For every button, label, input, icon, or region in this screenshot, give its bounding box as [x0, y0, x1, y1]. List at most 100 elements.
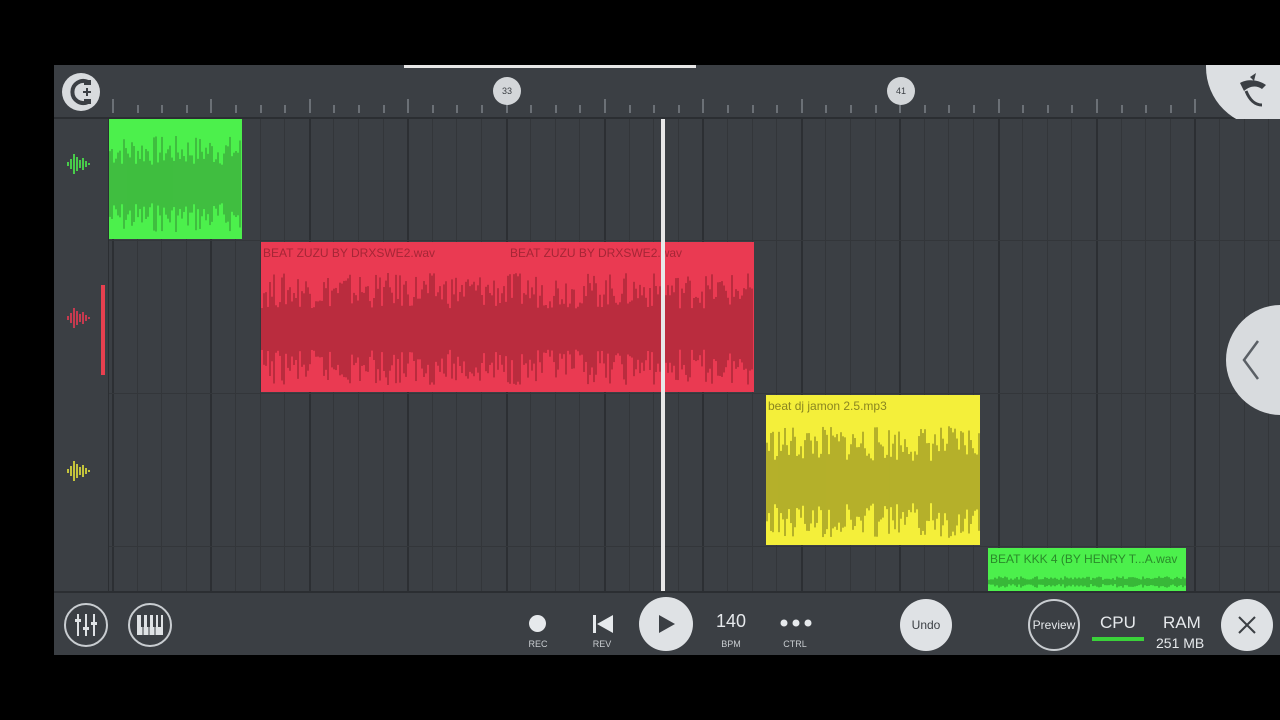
ruler-tick: [1071, 105, 1073, 113]
ruler-tick: [727, 105, 729, 113]
grid-line: [1219, 119, 1220, 591]
timeline-ruler[interactable]: 33 41: [54, 65, 1280, 119]
clip-label: BEAT KKK 4 (BY HENRY T...A.wav: [990, 552, 1178, 566]
ram-label: RAM: [1163, 613, 1201, 632]
track-divider: [109, 240, 1280, 241]
tempo-value: 140: [715, 611, 747, 631]
transport-bar: REC REV 140 BPM CTRL Undo Preview CPU RA…: [54, 591, 1280, 655]
record-label: REC: [528, 639, 548, 649]
ruler-tick: [358, 105, 360, 113]
ruler-tick: [1121, 105, 1123, 113]
ruler-tick: [604, 99, 606, 113]
selected-track-marker: [101, 285, 105, 375]
ruler-tick: [1022, 105, 1024, 113]
ruler-tick: [825, 105, 827, 113]
waveform-icon[interactable]: [66, 458, 92, 484]
control-menu-button[interactable]: CTRL: [774, 593, 816, 655]
ruler-tick: [924, 105, 926, 113]
magnet-icon: [70, 79, 91, 105]
ruler-tick: [407, 99, 409, 113]
fruit-logo-icon: [1240, 73, 1266, 107]
mixer-icon: [75, 614, 97, 636]
ruler-tick: [481, 105, 483, 113]
bar-marker-33[interactable]: 33: [493, 77, 521, 105]
play-button[interactable]: [639, 597, 693, 651]
ruler-tick: [1170, 105, 1172, 113]
song-position-indicator: [404, 65, 696, 68]
ruler-tick: [112, 99, 114, 113]
ruler-tick: [998, 99, 1000, 113]
audio-clip[interactable]: BEAT KKK 4 (BY HENRY T...A.wav: [988, 548, 1186, 591]
ruler-tick: [973, 105, 975, 113]
grid-line: [1145, 119, 1146, 591]
ruler-tick: [235, 105, 237, 113]
grid-line: [998, 119, 1000, 591]
ruler-tick: [260, 105, 262, 113]
grid-line: [1170, 119, 1171, 591]
record-icon: [529, 615, 546, 632]
clip-label: BEAT ZUZU BY DRXSWE2.wav: [510, 246, 683, 260]
bar-marker-41[interactable]: 41: [887, 77, 915, 105]
track-headers: [54, 119, 109, 591]
ruler-tick: [284, 105, 286, 113]
grid-line: [1096, 119, 1098, 591]
mixer-button[interactable]: [64, 603, 108, 647]
piano-icon: [137, 615, 163, 635]
piano-roll-button[interactable]: [128, 603, 172, 647]
audio-clip[interactable]: [109, 119, 242, 239]
tempo-control[interactable]: 140 BPM: [706, 593, 756, 655]
ruler-tick: [678, 105, 680, 113]
ruler-tick: [702, 99, 704, 113]
play-icon: [659, 615, 675, 633]
playhead[interactable]: [661, 119, 665, 591]
ruler-tick: [850, 105, 852, 113]
clip-label: BEAT ZUZU BY DRXSWE2.wav: [263, 246, 436, 260]
grid-line: [1047, 119, 1048, 591]
audio-clip[interactable]: BEAT ZUZU BY DRXSWE2.wav BEAT ZUZU BY DR…: [261, 242, 754, 392]
waveform-icon[interactable]: [66, 305, 92, 331]
ruler-tick: [333, 105, 335, 113]
ruler-tick: [456, 105, 458, 113]
waveform-icon[interactable]: [66, 151, 92, 177]
ruler-tick: [161, 105, 163, 113]
grid-line: [1071, 119, 1072, 591]
ruler-tick: [1194, 99, 1196, 113]
cpu-label: CPU: [1100, 613, 1136, 632]
rewind-button[interactable]: REV: [582, 593, 622, 655]
close-button[interactable]: [1221, 599, 1273, 651]
ruler-tick: [752, 105, 754, 113]
ruler-tick: [210, 99, 212, 113]
skip-back-icon: [593, 615, 613, 633]
undo-button[interactable]: Undo: [900, 599, 952, 651]
fl-studio-mobile: 33 41 BEAT ZUZU BY DRXSWE2.wav BEAT ZUZU…: [54, 65, 1280, 655]
ruler-tick: [579, 105, 581, 113]
ruler-tick: [948, 105, 950, 113]
ruler-tick: [555, 105, 557, 113]
ram-usage-value: 251 MB: [1156, 635, 1205, 651]
rewind-label: REV: [592, 639, 612, 649]
ruler-tick: [629, 105, 631, 113]
audio-clip[interactable]: beat dj jamon 2.5.mp3: [766, 395, 980, 545]
ruler-tick: [432, 105, 434, 113]
ruler-tick: [1096, 99, 1098, 113]
playlist-area[interactable]: BEAT ZUZU BY DRXSWE2.wav BEAT ZUZU BY DR…: [109, 119, 1280, 591]
record-button[interactable]: REC: [518, 593, 558, 655]
ruler-tick: [801, 99, 803, 113]
track-divider: [109, 546, 1280, 547]
more-dots-icon: [780, 619, 812, 627]
track-divider: [109, 393, 1280, 394]
ruler-tick: [1047, 105, 1049, 113]
magnet-snap-button[interactable]: [62, 73, 100, 111]
control-label: CTRL: [783, 639, 807, 649]
chevron-left-icon: [1242, 340, 1260, 380]
ruler-tick: [186, 105, 188, 113]
grid-line: [1194, 119, 1196, 591]
ruler-tick: [530, 105, 532, 113]
grid-line: [1121, 119, 1122, 591]
preview-button[interactable]: Preview: [1028, 599, 1080, 651]
clip-label: beat dj jamon 2.5.mp3: [768, 399, 887, 413]
grid-line: [1022, 119, 1023, 591]
ruler-tick: [137, 105, 139, 113]
ruler-tick: [383, 105, 385, 113]
cpu-meter: [1092, 637, 1144, 641]
